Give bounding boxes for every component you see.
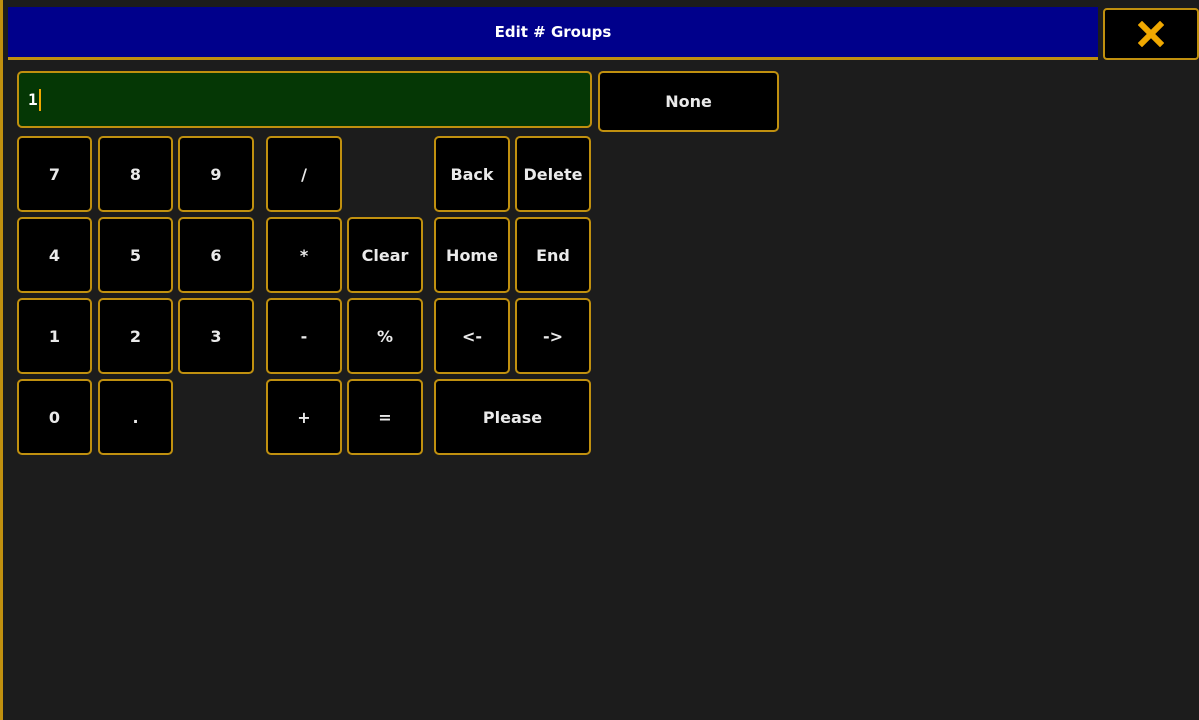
back-button[interactable]: Back <box>434 136 510 212</box>
close-button[interactable] <box>1103 8 1199 60</box>
cursor-left-button[interactable]: <- <box>434 298 510 374</box>
key-minus[interactable]: - <box>266 298 342 374</box>
key-3[interactable]: 3 <box>178 298 254 374</box>
delete-button[interactable]: Delete <box>515 136 591 212</box>
key-6[interactable]: 6 <box>178 217 254 293</box>
window-title-bar: Edit # Groups <box>8 7 1098 60</box>
key-plus[interactable]: + <box>266 379 342 455</box>
key-multiply[interactable]: * <box>266 217 342 293</box>
key-2[interactable]: 2 <box>98 298 173 374</box>
key-equals[interactable]: = <box>347 379 423 455</box>
home-button[interactable]: Home <box>434 217 510 293</box>
value-input[interactable]: 1 <box>17 71 592 128</box>
text-cursor <box>38 88 41 111</box>
key-1[interactable]: 1 <box>17 298 92 374</box>
key-7[interactable]: 7 <box>17 136 92 212</box>
end-button[interactable]: End <box>515 217 591 293</box>
input-value: 1 <box>28 90 38 109</box>
key-4[interactable]: 4 <box>17 217 92 293</box>
key-5[interactable]: 5 <box>98 217 173 293</box>
key-9[interactable]: 9 <box>178 136 254 212</box>
key-8[interactable]: 8 <box>98 136 173 212</box>
close-icon <box>1138 21 1164 47</box>
edit-groups-window: Edit # Groups 1 None 7 8 9 / Back Delete… <box>0 0 1199 720</box>
key-0[interactable]: 0 <box>17 379 92 455</box>
key-divide[interactable]: / <box>266 136 342 212</box>
key-percent[interactable]: % <box>347 298 423 374</box>
none-button[interactable]: None <box>598 71 779 132</box>
key-dot[interactable]: . <box>98 379 173 455</box>
clear-button[interactable]: Clear <box>347 217 423 293</box>
window-title: Edit # Groups <box>494 23 612 41</box>
cursor-right-button[interactable]: -> <box>515 298 591 374</box>
please-button[interactable]: Please <box>434 379 591 455</box>
